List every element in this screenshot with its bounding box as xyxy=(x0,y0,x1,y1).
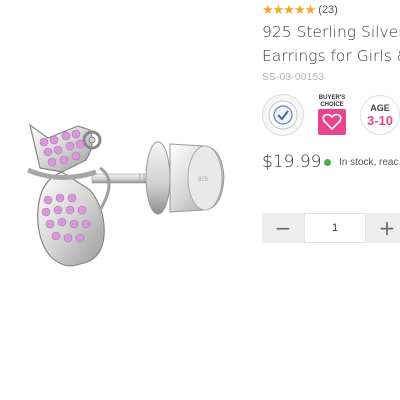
product-image[interactable]: 925 xyxy=(0,60,258,320)
buyers-choice-line1: BUYER'S xyxy=(318,95,346,101)
decrease-quantity-button[interactable]: − xyxy=(262,213,304,243)
rating-count[interactable]: (23) xyxy=(318,4,338,16)
in-stock-dot-icon xyxy=(324,159,331,166)
product-rating[interactable]: ★★★★★ (23) xyxy=(262,2,338,18)
badges-row: BUYER'S CHOICE AGE 3-10 xyxy=(262,94,400,136)
rating-stars-icon: ★★★★★ xyxy=(262,2,316,17)
buyers-choice-badge: BUYER'S CHOICE xyxy=(316,95,348,135)
product-sku: SS-03-00153 xyxy=(262,72,325,83)
plus-icon: + xyxy=(378,216,396,240)
heart-icon xyxy=(318,109,346,135)
cat-earring-image: 925 xyxy=(26,123,225,267)
svg-text:925: 925 xyxy=(198,177,209,183)
quantity-stepper: − + xyxy=(262,213,400,243)
stock-status-text: In stock, reac xyxy=(339,157,399,168)
product-title: 925 Sterling Silver I Earrings for Girls… xyxy=(262,20,400,68)
buyers-choice-line2: CHOICE xyxy=(320,101,344,108)
age-badge: AGE 3-10 xyxy=(360,95,400,135)
approved-seal-icon xyxy=(262,94,304,136)
product-title-line2: Earrings for Girls & xyxy=(262,47,400,65)
product-price: $19.99 xyxy=(262,152,322,172)
stock-status: In stock, reac xyxy=(324,157,398,168)
minus-icon: − xyxy=(274,216,292,240)
product-title-line1: 925 Sterling Silver I xyxy=(262,23,400,41)
increase-quantity-button[interactable]: + xyxy=(366,213,400,243)
age-label: AGE xyxy=(370,102,390,113)
quantity-input[interactable] xyxy=(304,213,366,243)
age-range: 3-10 xyxy=(366,112,394,128)
